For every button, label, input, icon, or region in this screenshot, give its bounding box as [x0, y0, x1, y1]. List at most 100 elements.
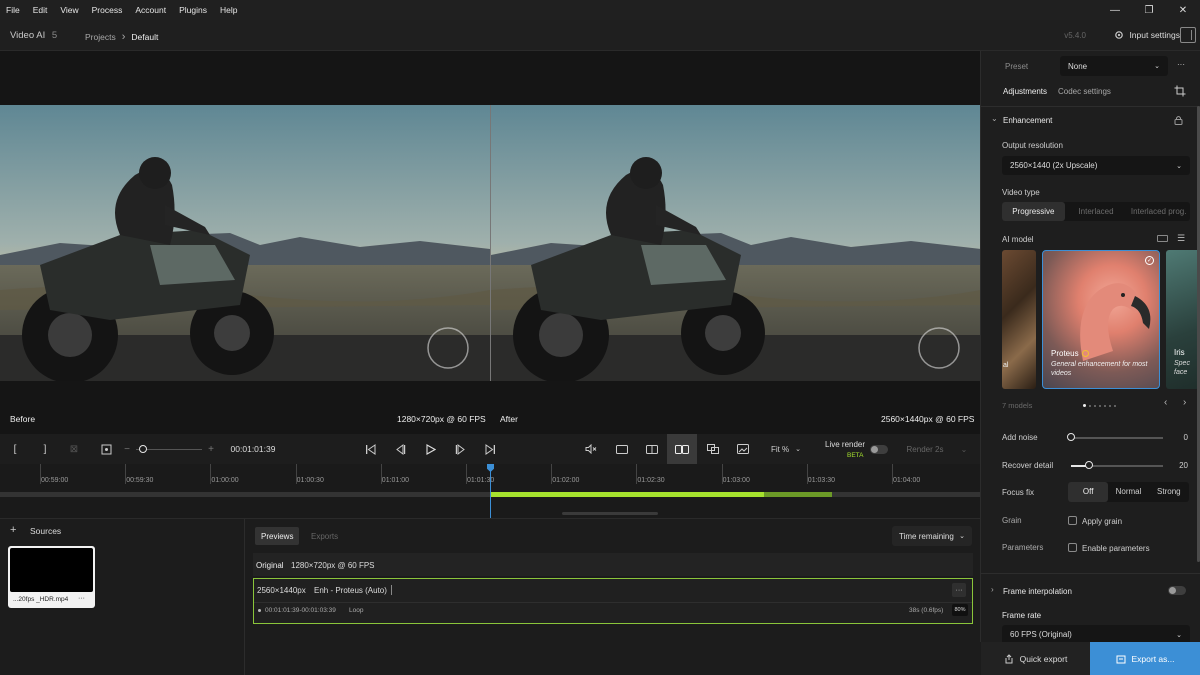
render-button[interactable]: Render 2s — [903, 434, 947, 464]
model-card-left[interactable]: al — [1002, 250, 1036, 389]
frame-rate-select[interactable]: 60 FPS (Original) ⌄ — [1002, 625, 1190, 642]
menu-process[interactable]: Process — [86, 5, 130, 15]
source-menu-button[interactable]: ··· — [78, 595, 85, 602]
preview-loop[interactable]: Loop — [349, 607, 363, 614]
maximize-button[interactable]: ❐ — [1132, 0, 1166, 20]
lock-icon[interactable] — [1174, 115, 1183, 125]
timeline[interactable]: 00:59:00 00:59:30 01:00:00 01:00:30 01:01:00… — [0, 464, 981, 518]
breadcrumb: Projects › Default — [85, 31, 158, 43]
skip-end-icon[interactable] — [481, 434, 499, 464]
close-button[interactable]: ✕ — [1166, 0, 1200, 20]
playhead-handle[interactable] — [487, 464, 494, 472]
clear-marks-icon[interactable]: ⊠ — [66, 434, 82, 464]
add-noise-slider[interactable] — [1071, 437, 1163, 439]
recover-detail-knob[interactable] — [1085, 461, 1094, 469]
mark-in-button[interactable]: [ — [8, 434, 22, 464]
frame-interpolation-toggle[interactable] — [1168, 586, 1186, 595]
grid-view-icon[interactable] — [1157, 235, 1168, 242]
apply-grain-label[interactable]: Apply grain — [1082, 517, 1122, 526]
mute-icon[interactable] — [582, 434, 600, 464]
play-icon[interactable] — [421, 434, 439, 464]
panel-toggle-icon[interactable] — [1180, 27, 1196, 43]
zoom-in-button[interactable]: + — [206, 434, 216, 464]
focus-fix-off[interactable]: Off — [1068, 482, 1109, 502]
frame-interpolation-label[interactable]: Frame interpolation — [1003, 587, 1072, 596]
tab-adjustments[interactable]: Adjustments — [1003, 87, 1047, 96]
carousel-dot[interactable] — [1094, 404, 1096, 407]
chevron-right-icon[interactable]: › — [991, 585, 994, 594]
tab-previews[interactable]: Previews — [255, 527, 300, 545]
render-dropdown-icon[interactable]: ⌄ — [958, 434, 970, 464]
focus-fix-strong[interactable]: Strong — [1149, 482, 1189, 502]
video-type-interlaced-prog[interactable]: Interlaced prog. — [1127, 202, 1190, 221]
split-view-icon[interactable] — [642, 434, 662, 464]
single-view-icon[interactable] — [612, 434, 632, 464]
section-enhancement[interactable]: Enhancement — [1003, 116, 1052, 125]
zoom-out-button[interactable]: − — [122, 434, 132, 464]
enable-parameters-label[interactable]: Enable parameters — [1082, 544, 1150, 553]
preset-select[interactable]: None ⌄ — [1060, 56, 1168, 76]
export-as-button[interactable]: Export as... — [1090, 642, 1200, 675]
zoom-frame-icon[interactable] — [98, 434, 114, 464]
carousel-dot[interactable] — [1099, 404, 1101, 407]
chevron-down-icon[interactable]: ⌄ — [991, 114, 998, 123]
recover-detail-value[interactable]: 20 — [1178, 461, 1188, 470]
carousel-next-icon[interactable]: › — [1183, 397, 1186, 408]
timecode-display[interactable]: 00:01:01:39 — [226, 434, 280, 464]
preview-item[interactable]: 2560×1440px Enh - Proteus (Auto) ··· 00:… — [253, 578, 973, 624]
side-by-side-view-icon[interactable] — [667, 434, 697, 464]
breadcrumb-projects[interactable]: Projects — [85, 32, 116, 42]
add-noise-value[interactable]: 0 — [1178, 433, 1188, 442]
skip-start-icon[interactable] — [361, 434, 379, 464]
after-frame[interactable] — [491, 105, 981, 381]
carousel-dot[interactable] — [1089, 404, 1091, 407]
timeline-scrollbar[interactable] — [562, 512, 658, 515]
input-settings-button[interactable]: Input settings — [1114, 30, 1180, 40]
list-view-icon[interactable]: ☰ — [1177, 233, 1185, 244]
menu-file[interactable]: File — [0, 5, 27, 15]
output-resolution-select[interactable]: 2560×1440 (2x Upscale) ⌄ — [1002, 156, 1190, 175]
preview-menu-button[interactable]: ··· — [952, 583, 966, 597]
carousel-prev-icon[interactable]: ‹ — [1164, 397, 1167, 408]
output-resolution-value: 2560×1440 (2x Upscale) — [1010, 161, 1098, 170]
source-card[interactable]: ...20fps _HDR.mp4 ··· — [8, 546, 95, 608]
video-type-interlaced[interactable]: Interlaced — [1065, 202, 1128, 221]
minimize-button[interactable]: — — [1098, 0, 1132, 20]
carousel-dot[interactable] — [1114, 404, 1116, 407]
menu-plugins[interactable]: Plugins — [173, 5, 214, 15]
add-noise-knob[interactable] — [1067, 433, 1075, 441]
live-render-toggle[interactable] — [870, 445, 888, 454]
step-back-icon[interactable] — [391, 434, 409, 464]
menu-edit[interactable]: Edit — [27, 5, 55, 15]
focus-fix-normal[interactable]: Normal — [1108, 482, 1148, 502]
model-card-proteus[interactable]: ✓ Proteus General enhancement for most v… — [1042, 250, 1160, 389]
add-source-button[interactable]: + — [10, 524, 16, 536]
chevron-down-icon: ⌄ — [1176, 631, 1182, 639]
version-label: v5.4.0 — [1064, 31, 1086, 40]
enable-parameters-checkbox[interactable] — [1068, 543, 1077, 552]
menu-view[interactable]: View — [54, 5, 85, 15]
playhead-line[interactable] — [490, 464, 491, 518]
preset-menu-button[interactable]: ··· — [1177, 60, 1185, 69]
image-view-icon[interactable] — [733, 434, 753, 464]
step-forward-icon[interactable] — [451, 434, 469, 464]
crop-icon[interactable] — [1174, 85, 1186, 97]
compare-view-icon[interactable] — [703, 434, 723, 464]
sort-select[interactable]: Time remaining ⌄ — [892, 526, 972, 546]
carousel-dot[interactable] — [1104, 404, 1106, 407]
apply-grain-checkbox[interactable] — [1068, 516, 1077, 525]
before-frame[interactable] — [0, 105, 490, 381]
video-type-progressive[interactable]: Progressive — [1002, 202, 1065, 221]
mark-out-button[interactable]: ] — [38, 434, 52, 464]
model-card-iris[interactable]: Iris Spec face — [1166, 250, 1200, 389]
menu-help[interactable]: Help — [214, 5, 244, 15]
menu-account[interactable]: Account — [129, 5, 173, 15]
zoom-slider-knob[interactable] — [139, 445, 147, 453]
quick-export-button[interactable]: Quick export — [981, 642, 1090, 675]
tab-exports[interactable]: Exports — [305, 527, 344, 545]
tab-codec-settings[interactable]: Codec settings — [1058, 87, 1111, 96]
beta-badge: BETA — [847, 452, 864, 459]
carousel-dot[interactable] — [1109, 404, 1111, 407]
fit-zoom-select[interactable]: Fit % ⌄ — [766, 434, 806, 464]
carousel-dot-active[interactable] — [1083, 404, 1086, 407]
